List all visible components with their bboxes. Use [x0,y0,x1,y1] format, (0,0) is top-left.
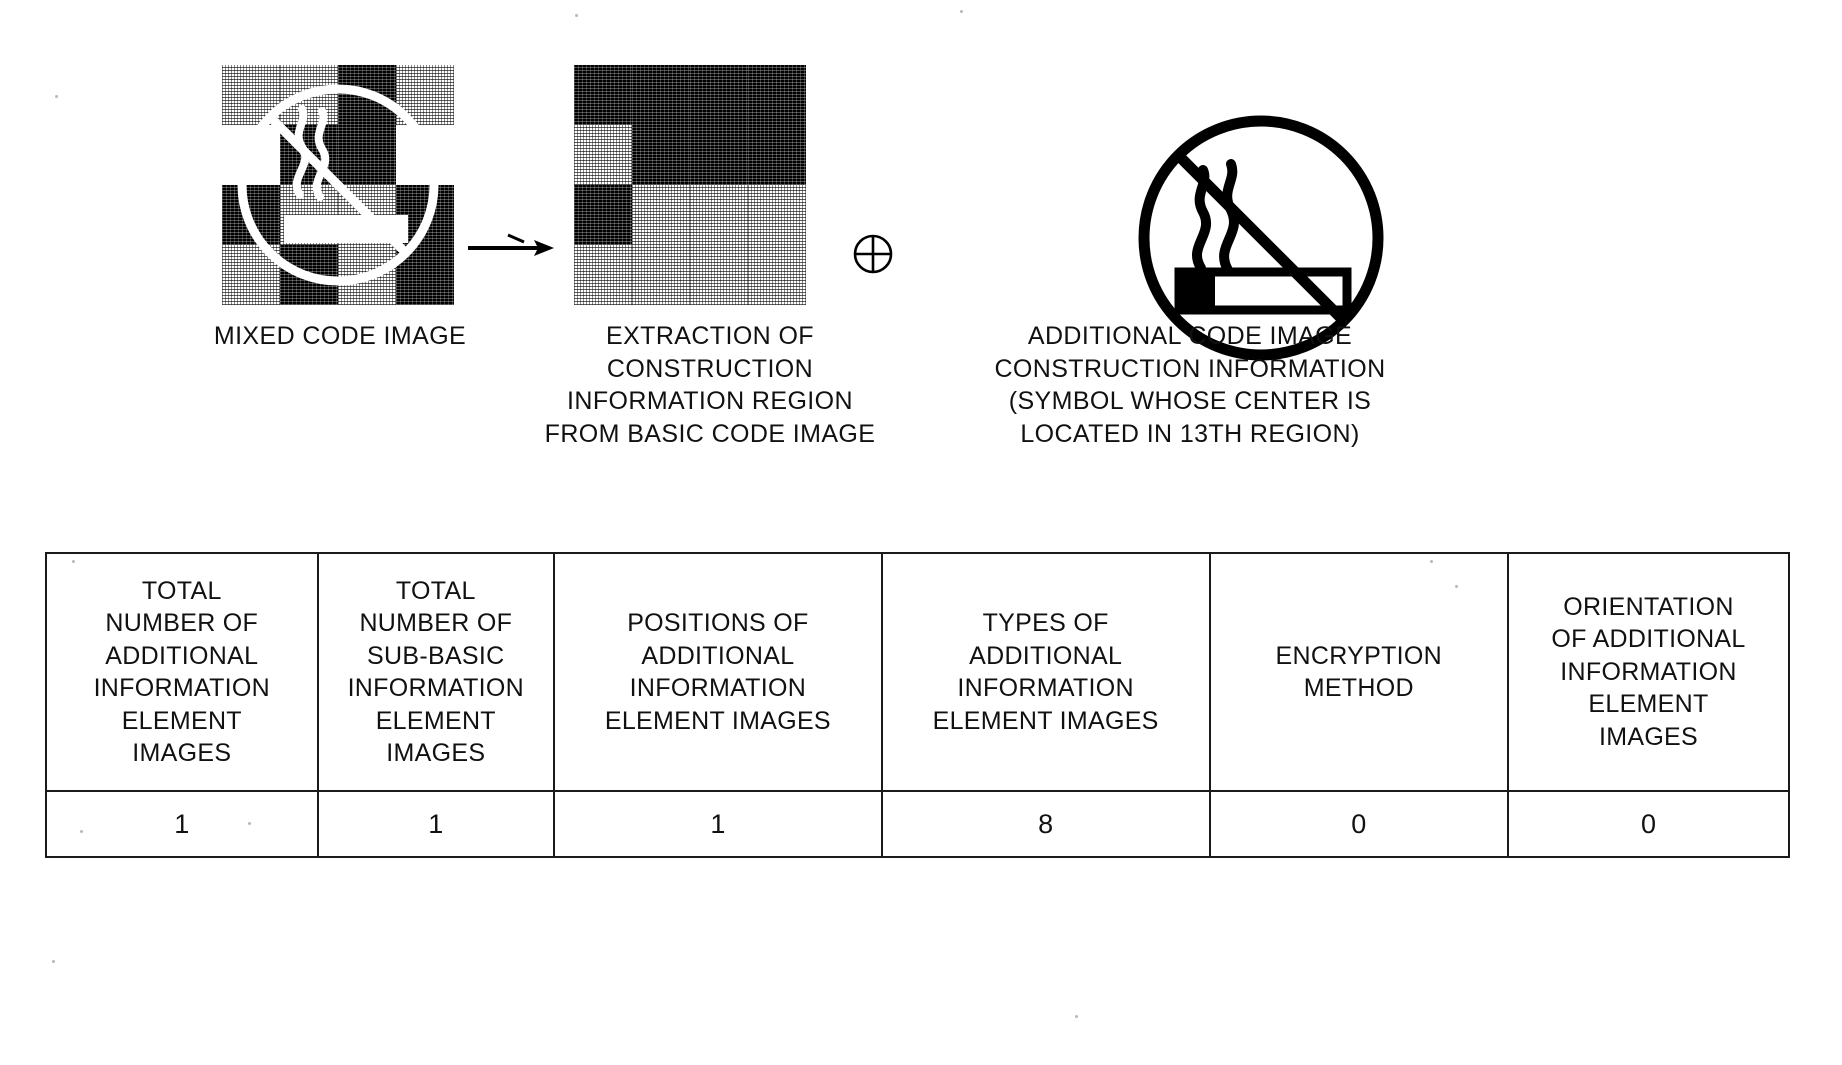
extracted-code-cell [748,185,806,245]
scan-speckle [55,95,58,98]
scan-speckle [960,10,963,13]
extracted-code-grid [574,65,806,305]
scan-speckle [52,960,55,963]
mixed-code-image [222,65,454,305]
extracted-code-cell [690,125,748,185]
table-header-cell: TOTAL NUMBER OF SUB-BASIC INFORMATION EL… [316,552,556,792]
table-header-cell: TOTAL NUMBER OF ADDITIONAL INFORMATION E… [45,552,319,792]
extracted-code-cell [748,65,806,125]
mixed-code-cell [396,125,454,185]
scan-speckle [248,822,251,825]
mixed-code-cell [280,185,338,245]
mixed-code-cell [222,185,280,245]
extracted-code-cell [574,125,632,185]
extracted-code-cell [632,125,690,185]
scan-speckle [80,830,83,833]
mixed-code-cell [280,125,338,185]
table-header-row: TOTAL NUMBER OF ADDITIONAL INFORMATION E… [45,552,1790,792]
caption-mixed-code-image: MIXED CODE IMAGE [213,322,467,350]
scan-speckle [1455,585,1458,588]
mixed-code-cell [280,65,338,125]
table-cell: 0 [1507,790,1790,858]
scan-speckle [72,560,75,563]
mixed-code-cell [338,65,396,125]
construction-information-region-image [574,65,806,305]
table-cell: 8 [880,790,1211,858]
extracted-code-cell [748,245,806,305]
extracted-code-cell [632,65,690,125]
table-cell: 1 [553,790,883,858]
extracted-code-cell [690,245,748,305]
circled-plus-icon [853,234,893,274]
caption-extraction: EXTRACTION OF CONSTRUCTION INFORMATION R… [544,322,876,448]
table-cell: 0 [1208,790,1510,858]
mixed-code-cell [222,65,280,125]
mixed-code-cell [222,245,280,305]
extracted-code-cell [632,245,690,305]
extracted-code-cell [748,125,806,185]
figure-canvas: MIXED CODE IMAGE EXTRACTION OF CONSTRUCT… [0,0,1842,1065]
table-header-cell: ENCRYPTION METHOD [1208,552,1510,792]
table-header-cell: POSITIONS OF ADDITIONAL INFORMATION ELEM… [553,552,883,792]
extracted-code-cell [574,65,632,125]
mixed-code-cell [338,245,396,305]
scan-speckle [1430,560,1433,563]
extracted-code-cell [574,185,632,245]
table-cell: 1 [316,790,556,858]
mixed-code-cell [280,245,338,305]
scan-speckle [1075,1015,1078,1018]
extracted-code-cell [632,185,690,245]
table-header-cell: ORIENTATION OF ADDITIONAL INFORMATION EL… [1507,552,1790,792]
mixed-code-grid [222,65,454,305]
table-row: 1 1 1 8 0 0 [45,790,1790,858]
mixed-code-cell [396,185,454,245]
arrow-right-icon [468,233,554,256]
table-cell: 1 [45,790,319,858]
extracted-code-cell [690,185,748,245]
caption-additional-code: ADDITIONAL CODE IMAGE CONSTRUCTION INFOR… [994,322,1386,448]
construction-information-table: TOTAL NUMBER OF ADDITIONAL INFORMATION E… [45,552,1790,858]
scan-speckle [575,14,578,17]
extracted-code-cell [690,65,748,125]
mixed-code-cell [396,245,454,305]
mixed-code-cell [396,65,454,125]
mixed-code-cell [338,185,396,245]
figure-row [0,55,1842,361]
extracted-code-cell [574,245,632,305]
mixed-code-cell [338,125,396,185]
table-header-cell: TYPES OF ADDITIONAL INFORMATION ELEMENT … [880,552,1211,792]
mixed-code-cell [222,125,280,185]
